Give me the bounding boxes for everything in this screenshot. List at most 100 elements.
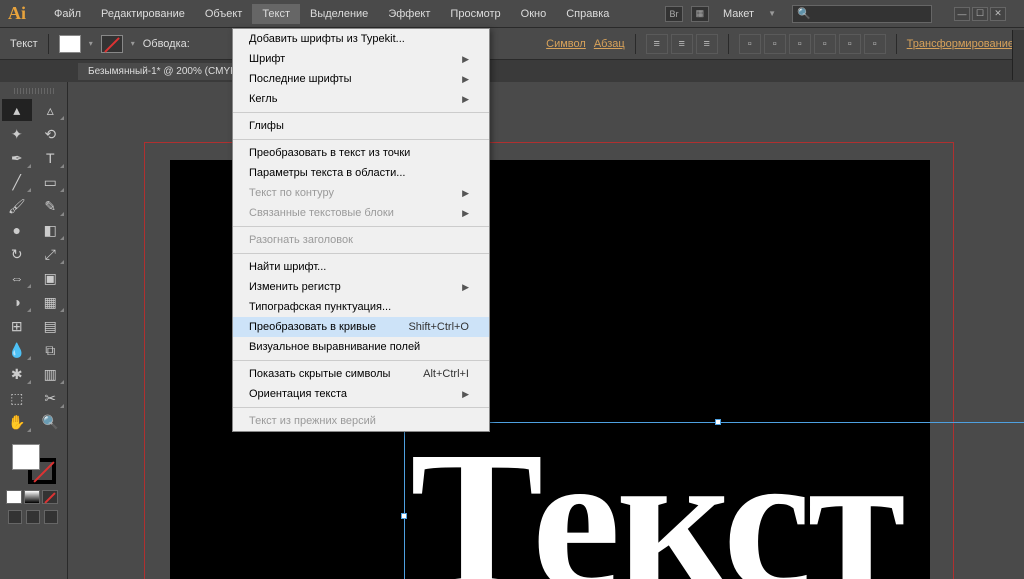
perspective-grid-tool[interactable]: ▦	[36, 291, 66, 313]
menu-выделение[interactable]: Выделение	[300, 4, 378, 24]
gradient-tool[interactable]: ▤	[36, 315, 66, 337]
column-graph-tool[interactable]: ▥	[36, 363, 66, 385]
screen-mode-icon[interactable]	[8, 510, 22, 524]
none-mode-icon[interactable]	[42, 490, 58, 504]
zoom-tool[interactable]: 🔍	[36, 411, 66, 433]
eraser-tool[interactable]: ◧	[36, 219, 66, 241]
menu-окно[interactable]: Окно	[511, 4, 557, 24]
menu-item-label: Изменить регистр	[249, 281, 341, 293]
blob-brush-tool[interactable]: ●	[2, 219, 32, 241]
menu-item-label: Показать скрытые символы	[249, 368, 390, 380]
menu-item-label: Глифы	[249, 120, 284, 132]
menu-item[interactable]: Изменить регистр▶	[233, 277, 489, 297]
menu-item-label: Связанные текстовые блоки	[249, 207, 394, 219]
menu-item[interactable]: Кегль▶	[233, 89, 489, 109]
chevron-right-icon: ▶	[462, 389, 469, 400]
menu-item-label: Параметры текста в области...	[249, 167, 405, 179]
align-obj-icon[interactable]: ▫	[789, 34, 811, 54]
character-panel-link[interactable]: Символ	[546, 38, 586, 50]
collapsed-panel-dock[interactable]	[1012, 30, 1024, 80]
canvas-workspace[interactable]: Текст	[68, 82, 1024, 579]
document-tab[interactable]: Безымянный-1* @ 200% (CMYK/П	[78, 63, 257, 80]
slice-tool[interactable]: ✂	[36, 387, 66, 409]
menu-item-label: Визуальное выравнивание полей	[249, 341, 420, 353]
shape-builder-tool[interactable]: ◑	[2, 291, 32, 313]
align-obj-icon[interactable]: ▫	[739, 34, 761, 54]
artboard-tool[interactable]: ⬚	[2, 387, 32, 409]
align-obj-icon[interactable]: ▫	[839, 34, 861, 54]
paragraph-panel-link[interactable]: Абзац	[594, 38, 625, 50]
menu-separator	[233, 226, 489, 227]
hand-tool[interactable]: ✋	[2, 411, 32, 433]
width-tool[interactable]: ⇔	[2, 267, 32, 289]
rectangle-tool[interactable]: ▭	[36, 171, 66, 193]
arrange-docs-icon[interactable]: ▦	[691, 6, 709, 22]
menu-item-label: Типографская пунктуация...	[249, 301, 391, 313]
magic-wand-tool[interactable]: ✦	[2, 123, 32, 145]
align-obj-icon[interactable]: ▫	[864, 34, 886, 54]
draw-mode-icon[interactable]	[26, 510, 40, 524]
chevron-right-icon: ▶	[462, 188, 469, 199]
bridge-icon[interactable]: Br	[665, 6, 683, 22]
rotate-tool[interactable]: ↻	[2, 243, 32, 265]
lasso-tool[interactable]: ⟲	[36, 123, 66, 145]
menu-просмотр[interactable]: Просмотр	[440, 4, 510, 24]
workspace-layout-label[interactable]: Макет	[717, 8, 760, 20]
menu-item[interactable]: Визуальное выравнивание полей	[233, 337, 489, 357]
free-transform-tool[interactable]: ▣	[36, 267, 66, 289]
selection-tool[interactable]: ▴	[2, 99, 32, 121]
pencil-tool[interactable]: ✎	[36, 195, 66, 217]
menu-separator	[233, 360, 489, 361]
align-center-icon[interactable]: ≡	[671, 34, 693, 54]
selection-bounding-box[interactable]	[404, 422, 1024, 579]
menu-item[interactable]: Преобразовать в текст из точки	[233, 143, 489, 163]
menu-item[interactable]: Последние шрифты▶	[233, 69, 489, 89]
scale-tool[interactable]: ⤢	[36, 243, 66, 265]
symbol-sprayer-tool[interactable]: ✱	[2, 363, 32, 385]
menu-separator	[233, 112, 489, 113]
menu-текст[interactable]: Текст	[252, 4, 300, 24]
stroke-swatch[interactable]	[101, 35, 123, 53]
menu-item[interactable]: Показать скрытые символыAlt+Ctrl+I	[233, 364, 489, 384]
mesh-tool[interactable]: ⊞	[2, 315, 32, 337]
menu-объект[interactable]: Объект	[195, 4, 252, 24]
gradient-mode-icon[interactable]	[24, 490, 40, 504]
menu-item[interactable]: Типографская пунктуация...	[233, 297, 489, 317]
align-left-icon[interactable]: ≡	[646, 34, 668, 54]
align-obj-icon[interactable]: ▫	[814, 34, 836, 54]
line-tool[interactable]: ╱	[2, 171, 32, 193]
eyedropper-tool[interactable]: 💧	[2, 339, 32, 361]
minimize-button[interactable]: —	[954, 7, 970, 21]
menu-файл[interactable]: Файл	[44, 4, 91, 24]
search-input[interactable]: 🔍	[792, 5, 932, 23]
menu-редактирование[interactable]: Редактирование	[91, 4, 195, 24]
align-obj-icon[interactable]: ▫	[764, 34, 786, 54]
direct-selection-tool[interactable]: ▵	[36, 99, 66, 121]
menu-эффект[interactable]: Эффект	[378, 4, 440, 24]
close-button[interactable]: ✕	[990, 7, 1006, 21]
menu-item[interactable]: Преобразовать в кривыеShift+Ctrl+O	[233, 317, 489, 337]
chevron-down-icon: ▾	[89, 39, 93, 48]
transform-panel-link[interactable]: Трансформирование	[907, 38, 1014, 50]
type-tool[interactable]: T	[36, 147, 66, 169]
menu-справка[interactable]: Справка	[556, 4, 619, 24]
resize-handle[interactable]	[401, 513, 407, 519]
pen-tool[interactable]: ✒	[2, 147, 32, 169]
menu-item[interactable]: Ориентация текста▶	[233, 384, 489, 404]
menu-item[interactable]: Параметры текста в области...	[233, 163, 489, 183]
paintbrush-tool[interactable]: 🖌	[2, 195, 32, 217]
menu-item[interactable]: Найти шрифт...	[233, 257, 489, 277]
draw-mode-icon[interactable]	[44, 510, 58, 524]
color-mode-icon[interactable]	[6, 490, 22, 504]
menu-item[interactable]: Глифы	[233, 116, 489, 136]
maximize-button[interactable]: ☐	[972, 7, 988, 21]
menu-item[interactable]: Добавить шрифты из Typekit...	[233, 29, 489, 49]
blend-tool[interactable]: ⧉	[36, 339, 66, 361]
fill-swatch[interactable]	[59, 35, 81, 53]
menu-item[interactable]: Шрифт▶	[233, 49, 489, 69]
fill-stroke-indicator[interactable]	[10, 442, 58, 486]
menu-item-label: Шрифт	[249, 53, 285, 65]
resize-handle[interactable]	[715, 419, 721, 425]
align-right-icon[interactable]: ≡	[696, 34, 718, 54]
menu-item-label: Текст из прежних версий	[249, 415, 376, 427]
